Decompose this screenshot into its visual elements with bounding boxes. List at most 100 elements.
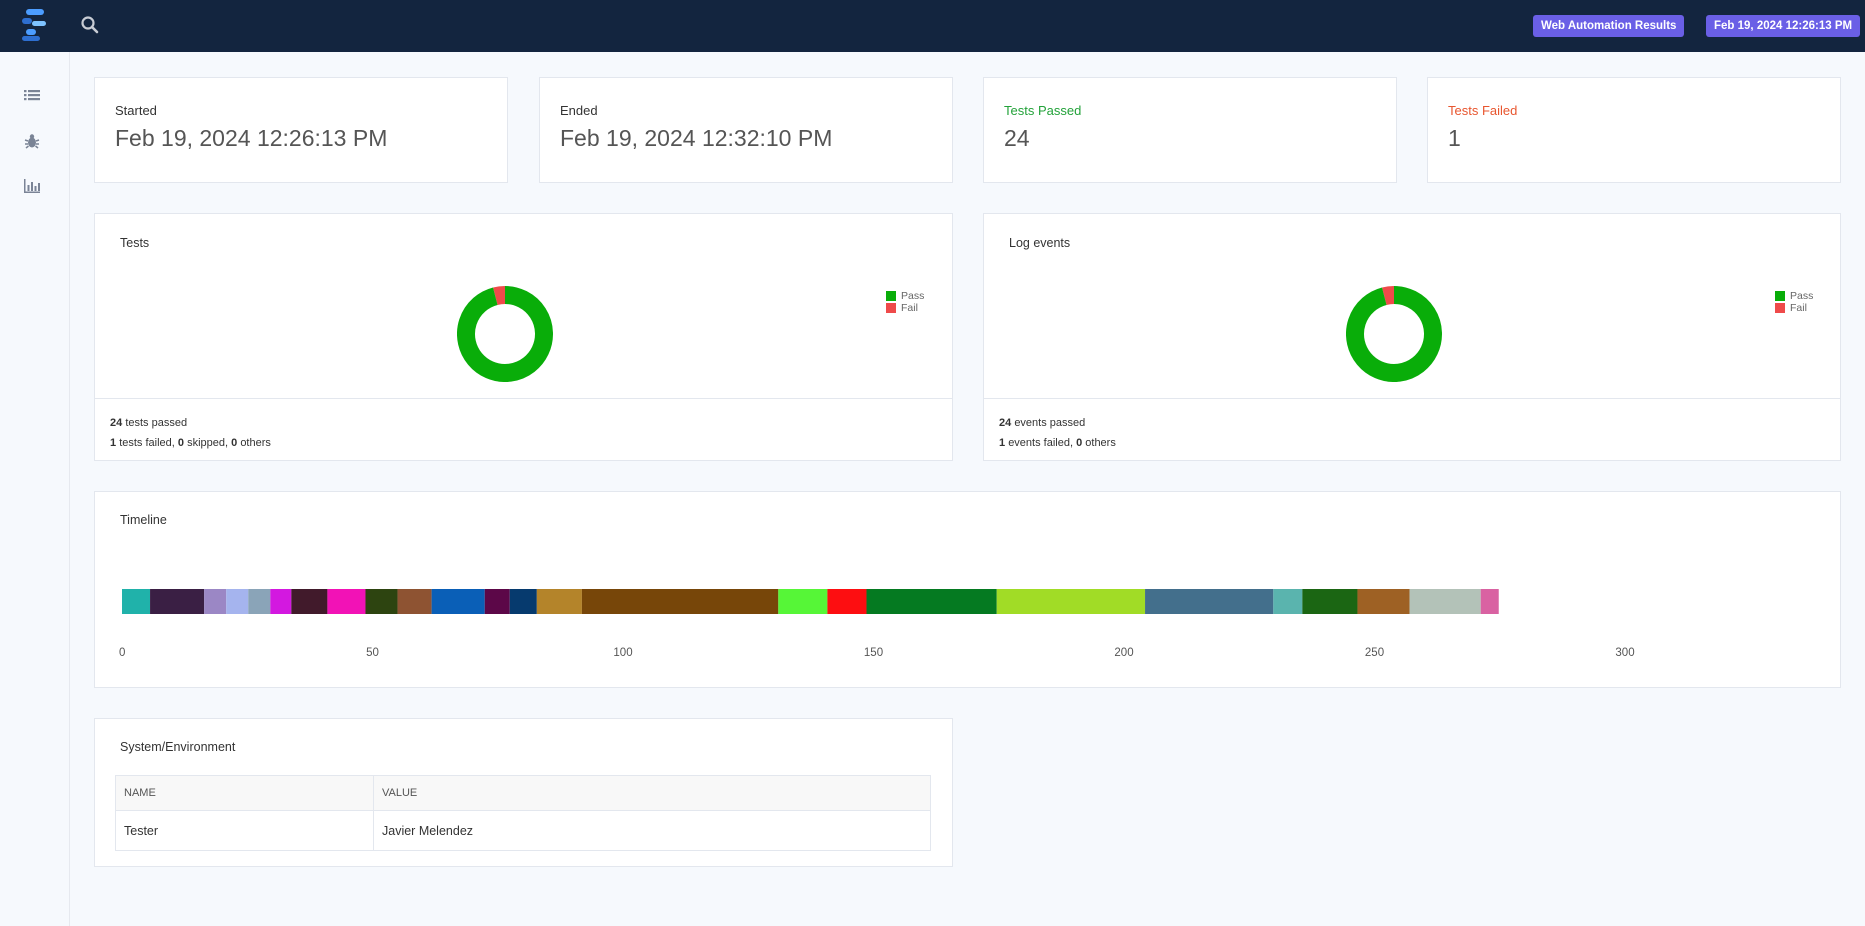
started-label: Started: [115, 103, 157, 118]
donut-slice-pass[interactable]: [457, 286, 553, 382]
events-failed-line: 1 events failed, 0 others: [999, 433, 1840, 453]
timeline-tick-label: 200: [1114, 647, 1134, 659]
timeline-chart[interactable]: [95, 492, 1842, 689]
donut-slice-pass[interactable]: [1346, 286, 1442, 382]
ended-card: Ended Feb 19, 2024 12:32:10 PM: [539, 77, 953, 183]
tests-failed-value: 1: [1448, 125, 1461, 151]
passed-text: events passed: [1014, 417, 1086, 429]
timeline-segment[interactable]: [866, 589, 997, 614]
timeline-segment[interactable]: [397, 589, 432, 614]
tests-passed-line: 24 tests passed: [110, 413, 952, 433]
timeline-tick-label: 50: [366, 647, 379, 659]
timeline-segment[interactable]: [122, 589, 151, 614]
passed-text: tests passed: [125, 417, 188, 429]
app-logo-icon[interactable]: [22, 7, 50, 43]
log-events-chart-legend: Pass Fail: [1775, 290, 1813, 314]
timeline-segment[interactable]: [484, 589, 510, 614]
timeline-segment[interactable]: [1145, 589, 1274, 614]
failed-text: tests failed,: [119, 437, 175, 449]
column-header-name: NAME: [115, 775, 374, 811]
donut-slice-fail[interactable]: [1382, 286, 1395, 306]
timeline-segment[interactable]: [226, 589, 249, 614]
timeline-segment[interactable]: [270, 589, 292, 614]
pass-swatch: [1775, 291, 1785, 301]
legend-item-pass[interactable]: Pass: [1775, 290, 1813, 302]
bar-chart-icon[interactable]: [23, 177, 41, 195]
skipped-text: skipped,: [187, 437, 229, 449]
skipped-count: 0: [177, 437, 185, 449]
passed-count: 24: [110, 417, 123, 429]
timeline-segment[interactable]: [1302, 589, 1358, 614]
tests-donut-chart[interactable]: [457, 286, 553, 382]
timeline-segment[interactable]: [1273, 589, 1303, 614]
timeline-segment[interactable]: [536, 589, 582, 614]
environment-card: System/Environment NAME VALUE Tester Jav…: [94, 718, 953, 867]
events-passed-line: 24 events passed: [999, 413, 1840, 433]
timeline-tick-label: 250: [1364, 647, 1385, 659]
timeline-segment[interactable]: [204, 589, 227, 614]
environment-title: System/Environment: [120, 740, 236, 754]
timeline-segment[interactable]: [248, 589, 271, 614]
legend-item-fail[interactable]: Fail: [1775, 302, 1813, 314]
started-value: Feb 19, 2024 12:26:13 PM: [115, 125, 388, 151]
env-value-cell: Javier Melendez: [373, 810, 931, 851]
fail-swatch: [1775, 303, 1785, 313]
donut-slice-fail[interactable]: [493, 286, 506, 306]
timeline-segment[interactable]: [996, 589, 1146, 614]
ended-value: Feb 19, 2024 12:32:10 PM: [560, 125, 833, 151]
started-card: Started Feb 19, 2024 12:26:13 PM: [94, 77, 508, 183]
report-title-badge: Web Automation Results: [1533, 15, 1685, 37]
search-icon[interactable]: [80, 15, 100, 35]
timeline-segment[interactable]: [1409, 589, 1481, 614]
env-name-cell: Tester: [115, 810, 374, 851]
others-text: others: [240, 437, 271, 449]
passed-count: 24: [999, 417, 1012, 429]
log-events-donut-chart[interactable]: [1346, 286, 1442, 382]
list-icon[interactable]: [23, 87, 41, 105]
side-nav: [0, 52, 70, 926]
tests-passed-card: Tests Passed 24: [983, 77, 1397, 183]
pass-swatch: [886, 291, 896, 301]
legend-pass-label: Pass: [901, 290, 925, 302]
timeline-segment[interactable]: [827, 589, 867, 614]
legend-item-pass[interactable]: Pass: [886, 290, 924, 302]
timeline-card: Timeline 0 50 100 150 200 250 300: [94, 491, 1841, 688]
tests-summary: 24 tests passed 1 tests failed, 0 skippe…: [95, 398, 952, 460]
timeline-segment[interactable]: [1357, 589, 1410, 614]
timeline-segment[interactable]: [778, 589, 828, 614]
others-count: 0: [1076, 437, 1083, 449]
others-count: 0: [231, 437, 238, 449]
environment-table: NAME VALUE Tester Javier Melendez: [115, 775, 931, 851]
tests-failed-card: Tests Failed 1: [1427, 77, 1841, 183]
timeline-tick-label: 100: [613, 647, 633, 659]
log-events-summary: 24 events passed 1 events failed, 0 othe…: [984, 398, 1840, 460]
timeline-segment[interactable]: [150, 589, 205, 614]
timeline-segment[interactable]: [1480, 589, 1499, 614]
legend-item-fail[interactable]: Fail: [886, 302, 924, 314]
bug-icon[interactable]: [23, 132, 41, 150]
legend-pass-label: Pass: [1790, 290, 1814, 302]
timeline-tick-label: 300: [1615, 647, 1635, 659]
tests-failed-line: 1 tests failed, 0 skipped, 0 others: [110, 433, 952, 453]
timeline-tick-label: 150: [863, 647, 884, 659]
table-header-row: NAME VALUE: [115, 775, 931, 811]
ended-label: Ended: [560, 103, 598, 118]
legend-fail-label: Fail: [901, 302, 918, 314]
tests-chart-legend: Pass Fail: [886, 290, 924, 314]
others-text: others: [1085, 437, 1116, 449]
timeline-segment[interactable]: [291, 589, 328, 614]
tests-chart-card: Tests Pass Fail 24 tests passed 1 tests …: [94, 213, 953, 461]
legend-fail-label: Fail: [1790, 302, 1807, 314]
timeline-segment[interactable]: [365, 589, 398, 614]
timeline-segment[interactable]: [581, 589, 779, 614]
log-events-chart-card: Log events Pass Fail 24 events passed 1 …: [983, 213, 1841, 461]
top-bar: Web Automation Results Feb 19, 2024 12:2…: [0, 0, 1865, 52]
table-row: Tester Javier Melendez: [115, 810, 931, 851]
timeline-segment[interactable]: [327, 589, 366, 614]
timeline-segment[interactable]: [509, 589, 537, 614]
failed-count: 1: [110, 437, 117, 449]
log-events-chart-title: Log events: [1009, 236, 1071, 250]
failed-text: events failed,: [1008, 437, 1074, 449]
timeline-segment[interactable]: [431, 589, 485, 614]
tests-failed-label: Tests Failed: [1448, 103, 1518, 118]
